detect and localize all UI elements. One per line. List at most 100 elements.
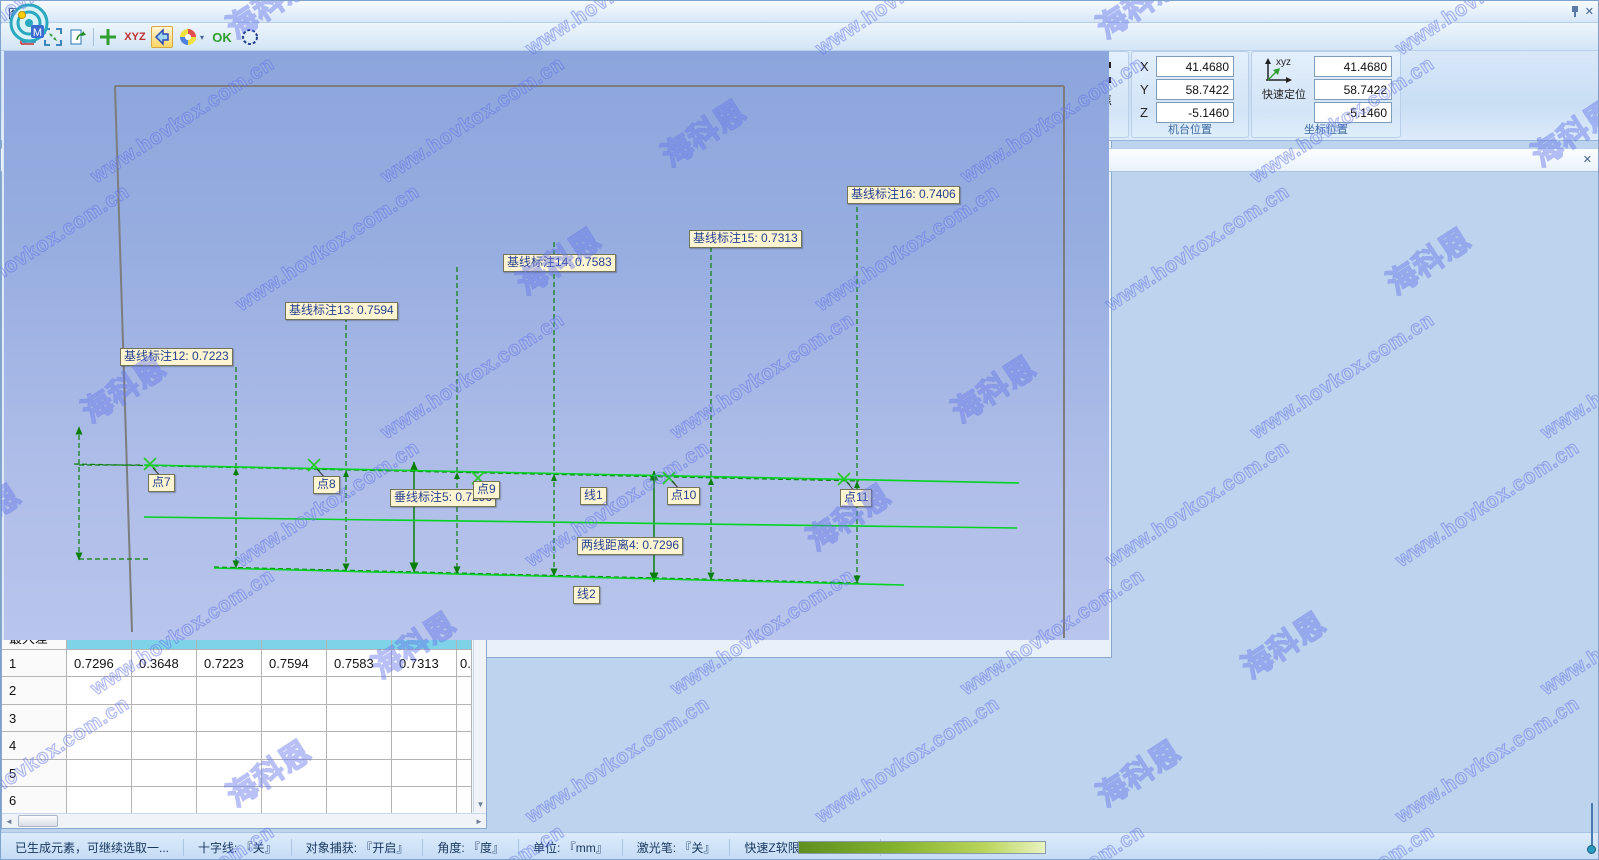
data-cell[interactable] — [327, 705, 392, 733]
measurement-label[interactable]: 基线标注16: 0.7406 — [847, 186, 960, 204]
data-cell[interactable] — [132, 677, 197, 705]
select-arrow-button[interactable] — [151, 26, 173, 48]
measurement-label[interactable]: 两线距离4: 0.7296 — [577, 537, 683, 555]
data-cell[interactable] — [392, 732, 457, 760]
data-cell[interactable] — [262, 732, 327, 760]
row-header[interactable]: 4 — [2, 732, 67, 760]
data-hscrollbar[interactable]: ◄► — [2, 813, 486, 828]
data-cell[interactable]: 0.7583 — [327, 650, 392, 678]
progress-bar — [798, 841, 1046, 854]
data-cell[interactable]: 0.7296 — [67, 650, 132, 678]
measurement-label[interactable]: 点9 — [473, 481, 500, 499]
measurement-label[interactable]: 基线标注15: 0.7313 — [689, 230, 802, 248]
status-item-0: 已生成元素，可继续选取一... — [1, 839, 184, 856]
watermark-url: www.hovkox.com.cn — [1537, 309, 1599, 445]
data-cell[interactable] — [457, 677, 472, 705]
capture-view-icon[interactable] — [67, 26, 89, 48]
pin-icon[interactable] — [1571, 6, 1579, 18]
measurement-label[interactable]: 线2 — [573, 586, 600, 604]
data-cell[interactable] — [457, 787, 472, 815]
measurement-label[interactable]: 点11 — [840, 489, 872, 507]
app-logo-icon[interactable]: M — [9, 3, 49, 43]
row-header[interactable]: 2 — [2, 677, 67, 705]
data-cell[interactable] — [67, 787, 132, 815]
data-cell[interactable] — [392, 787, 457, 815]
measured-lines — [144, 465, 1019, 585]
data-cell[interactable] — [197, 705, 262, 733]
data-cell[interactable] — [457, 732, 472, 760]
watermark-url: www.hovkox.com.cn — [1537, 565, 1599, 701]
row-header[interactable]: 5 — [2, 760, 67, 788]
watermark-url: www.hovkox.com.cn — [812, 693, 1004, 829]
data-cell[interactable] — [67, 677, 132, 705]
data-cell[interactable] — [392, 760, 457, 788]
data-cell[interactable]: 0.7594 — [262, 650, 327, 678]
xyz-readout-toggle[interactable]: XYZ — [121, 26, 149, 48]
data-cell[interactable] — [327, 787, 392, 815]
graphics-panel-header: 图形 ✕ — [1, 1, 1598, 23]
quick-position-button[interactable]: xyz 快速定位 — [1262, 56, 1306, 102]
data-cell[interactable] — [457, 705, 472, 733]
data-cell[interactable] — [132, 787, 197, 815]
data-cell[interactable] — [132, 732, 197, 760]
measurement-label[interactable]: 基线标注14: 0.7583 — [503, 254, 616, 272]
zoom-slider[interactable] — [1587, 803, 1597, 855]
watermark-url: www.hovkox.com.cn — [1392, 437, 1584, 573]
data-cell[interactable] — [132, 760, 197, 788]
data-cell[interactable] — [132, 705, 197, 733]
application-window: ▼ * - Metus — ✕ M 常用高级硬件工具箱视图设置报表循环传感 X0… — [0, 0, 1599, 860]
data-cell[interactable] — [67, 705, 132, 733]
measurement-label[interactable]: 点10 — [667, 487, 700, 505]
data-cell[interactable] — [392, 705, 457, 733]
data-cell[interactable] — [262, 787, 327, 815]
data-cell[interactable] — [457, 760, 472, 788]
svg-text:M: M — [33, 27, 42, 39]
data-cell[interactable] — [262, 705, 327, 733]
watermark-url: www.hovkox.com.cn — [1247, 309, 1439, 445]
status-item-4: 单位: 『mm』 — [519, 839, 623, 856]
data-cell[interactable] — [262, 760, 327, 788]
group-machine-position: X41.4680 Y58.7422 Z-5.1460 机台位置 — [1131, 51, 1249, 138]
data-cell[interactable] — [327, 760, 392, 788]
graphics-toolbar: XYZ ▾ OK — [1, 23, 1598, 51]
measurement-label[interactable]: 基线标注13: 0.7594 — [285, 302, 398, 320]
ok-button[interactable]: OK — [209, 26, 235, 48]
dimension-extension-lines — [74, 207, 859, 583]
row-header[interactable]: 6 — [2, 787, 67, 815]
svg-text:xyz: xyz — [1276, 57, 1291, 68]
cancel-circle-icon[interactable] — [239, 26, 261, 48]
message-close-icon[interactable]: ✕ — [1583, 153, 1592, 166]
measurement-label[interactable]: 点8 — [313, 476, 340, 494]
data-row: 6 — [2, 787, 472, 815]
data-cell[interactable] — [392, 677, 457, 705]
measurement-canvas[interactable]: 基线标注16: 0.7406 基线标注15: 0.7313 基线标注14: 0.75… — [2, 51, 1109, 640]
data-cell[interactable] — [327, 732, 392, 760]
data-cell[interactable] — [197, 677, 262, 705]
measurement-label[interactable]: 线1 — [580, 487, 607, 505]
data-cell[interactable] — [262, 677, 327, 705]
row-header[interactable]: 3 — [2, 705, 67, 733]
data-cell[interactable] — [197, 732, 262, 760]
watermark-url: www.hovkox.com.cn — [1102, 181, 1294, 317]
data-cell[interactable]: 0.7223 — [197, 650, 262, 678]
data-cell[interactable]: 0.7313 — [392, 650, 457, 678]
coord-z-value: -5.1460 — [1314, 102, 1392, 123]
data-row: 4 — [2, 732, 472, 760]
color-wheel-icon[interactable] — [177, 26, 199, 48]
crosshair-plus-icon[interactable] — [97, 26, 119, 48]
row-header[interactable]: 1 — [2, 650, 67, 678]
measurement-label[interactable]: 点7 — [148, 474, 175, 492]
data-cell[interactable] — [197, 760, 262, 788]
data-cell[interactable] — [197, 787, 262, 815]
panel-close-icon[interactable]: ✕ — [1585, 5, 1594, 18]
axis-x-label: X — [1140, 59, 1152, 74]
measurement-label[interactable]: 基线标注12: 0.7223 — [120, 348, 233, 366]
data-cell[interactable] — [67, 732, 132, 760]
data-cell[interactable] — [327, 677, 392, 705]
axis-y-label: Y — [1140, 82, 1152, 97]
data-cell[interactable]: 0.7 — [457, 650, 472, 678]
color-caret-icon[interactable]: ▾ — [197, 26, 207, 48]
data-cell[interactable]: 0.3648 — [132, 650, 197, 678]
watermark-url: www.hovkox.com.cn — [1392, 693, 1584, 829]
data-cell[interactable] — [67, 760, 132, 788]
